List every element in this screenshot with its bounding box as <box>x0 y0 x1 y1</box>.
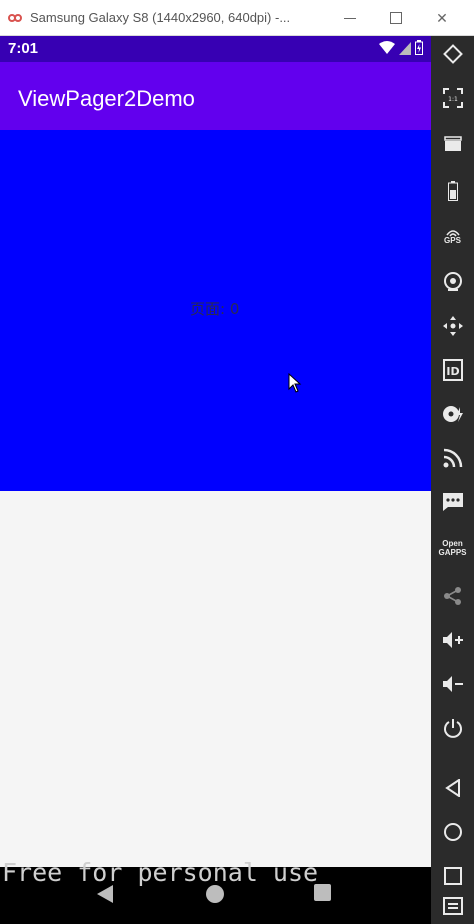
app-title: ViewPager2Demo <box>18 86 195 111</box>
app-bar: ViewPager2Demo <box>0 62 431 130</box>
rotate-icon[interactable] <box>431 36 474 72</box>
battery-icon <box>415 40 423 55</box>
pager-page[interactable]: 页面: 0 <box>0 130 431 491</box>
status-icons <box>379 40 423 55</box>
device-id-icon[interactable]: ID <box>431 352 474 388</box>
open-gapps-label: Open GAPPS <box>438 539 467 557</box>
pixel-perfect-icon[interactable]: 1:1 <box>431 80 474 116</box>
menu-icon[interactable] <box>431 888 474 924</box>
power-icon[interactable] <box>431 710 474 746</box>
genymotion-logo-icon <box>8 12 24 24</box>
disk-io-icon[interactable] <box>431 396 474 432</box>
emulator-toolbar: 1:1 GPS ID Open GAPPS <box>431 36 474 924</box>
gps-label: GPS <box>444 236 461 245</box>
empty-content-area <box>0 491 431 867</box>
device-screen: 7:01 ViewPager2Demo 页面: 0 <box>0 36 431 924</box>
volume-up-icon[interactable] <box>431 622 474 658</box>
window-titlebar: Samsung Galaxy S8 (1440x2960, 640dpi) -.… <box>0 0 474 36</box>
maximize-button[interactable] <box>380 0 412 36</box>
status-time: 7:01 <box>8 40 39 57</box>
webcam-icon[interactable] <box>431 264 474 300</box>
network-icon[interactable] <box>431 440 474 476</box>
close-button[interactable]: ✕ <box>426 0 458 36</box>
window-title: Samsung Galaxy S8 (1440x2960, 640dpi) -.… <box>30 10 291 25</box>
signal-icon <box>399 41 411 55</box>
open-gapps-icon[interactable]: Open GAPPS <box>431 530 474 566</box>
dpad-icon[interactable] <box>431 308 474 344</box>
sms-icon[interactable] <box>431 484 474 520</box>
id-label: ID <box>446 365 459 378</box>
volume-down-icon[interactable] <box>431 666 474 702</box>
svg-text:1:1: 1:1 <box>448 96 458 103</box>
nav-back-icon[interactable] <box>97 885 113 903</box>
page-label: 页面: 0 <box>190 300 240 318</box>
screencast-icon[interactable] <box>431 126 474 162</box>
battery-tool-icon[interactable] <box>431 173 474 209</box>
nav-home-icon[interactable] <box>206 885 224 903</box>
share-icon[interactable] <box>431 578 474 614</box>
wifi-icon <box>379 40 395 54</box>
gps-icon[interactable]: GPS <box>431 218 474 254</box>
mouse-cursor-icon <box>288 373 302 393</box>
status-bar: 7:01 <box>0 36 431 62</box>
home-icon[interactable] <box>431 814 474 850</box>
watermark-text: Free for personal use <box>2 858 319 887</box>
back-icon[interactable] <box>431 770 474 806</box>
minimize-button[interactable] <box>334 0 366 36</box>
